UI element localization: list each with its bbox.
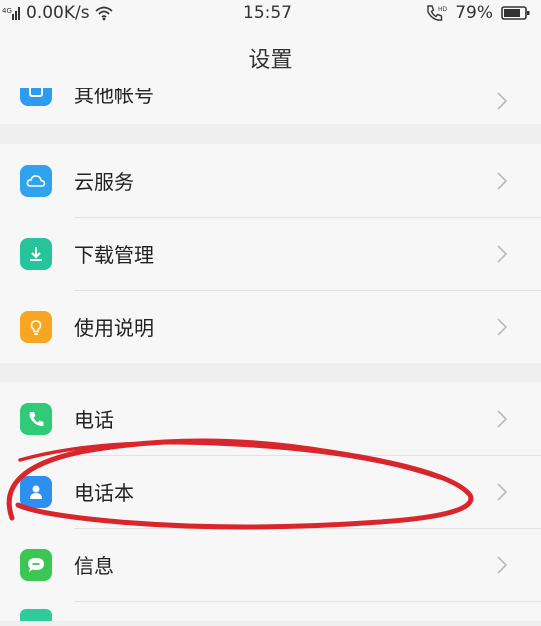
settings-item-label: 下载管理: [74, 243, 154, 267]
chevron-right-icon: [497, 409, 507, 428]
settings-item-label: 其他帐号: [74, 88, 154, 107]
chevron-right-icon: [497, 171, 507, 190]
network-speed: 0.00K/s: [26, 3, 90, 23]
settings-item-next[interactable]: [0, 601, 541, 621]
account-icon: [20, 88, 52, 106]
chevron-right-icon: [497, 92, 507, 110]
chevron-right-icon: [497, 482, 507, 501]
settings-item-messages[interactable]: 信息: [0, 528, 541, 601]
hd-call-icon: HD: [427, 5, 447, 21]
svg-text:4G: 4G: [2, 7, 12, 15]
page-title: 设置: [248, 48, 293, 73]
settings-item-user-guide[interactable]: 使用说明: [0, 290, 541, 363]
chevron-right-icon: [497, 317, 507, 336]
settings-item-cloud-service[interactable]: 云服务: [0, 144, 541, 217]
download-icon: [20, 237, 52, 270]
phone-icon: [20, 402, 52, 435]
svg-text:HD: HD: [438, 6, 447, 13]
settings-item-other-accounts[interactable]: 其他帐号: [0, 88, 541, 124]
message-icon: [20, 548, 52, 581]
settings-item-label: 使用说明: [74, 316, 154, 340]
battery-icon: [501, 6, 530, 20]
settings-group-communication: 电话 电话本 信息: [0, 382, 541, 621]
settings-item-contacts[interactable]: 电话本: [0, 455, 541, 528]
settings-item-label: 云服务: [74, 170, 134, 194]
lightbulb-icon: [20, 310, 52, 343]
chevron-right-icon: [497, 244, 507, 263]
wifi-icon: [95, 6, 113, 21]
status-bar: 4G 0.00K/s 15:57 HD 79%: [0, 0, 541, 28]
app-icon: [20, 609, 52, 621]
status-time: 15:57: [243, 3, 292, 23]
settings-item-label: 信息: [74, 554, 114, 578]
settings-group-accounts: 其他帐号: [0, 88, 541, 124]
signal-icon: 4G: [2, 7, 20, 20]
page-header: 设置: [0, 28, 541, 88]
settings-item-phone[interactable]: 电话: [0, 382, 541, 455]
settings-group-services: 云服务 下载管理 使用说明: [0, 144, 541, 363]
chevron-right-icon: [497, 555, 507, 574]
contacts-icon: [20, 475, 52, 508]
cloud-icon: [20, 164, 52, 197]
battery-percent: 79%: [455, 3, 493, 23]
settings-item-download-manager[interactable]: 下载管理: [0, 217, 541, 290]
status-right: HD 79%: [425, 3, 531, 23]
status-left: 4G 0.00K/s: [2, 3, 114, 23]
settings-item-label: 电话: [74, 408, 114, 432]
settings-item-label: 电话本: [74, 481, 134, 505]
